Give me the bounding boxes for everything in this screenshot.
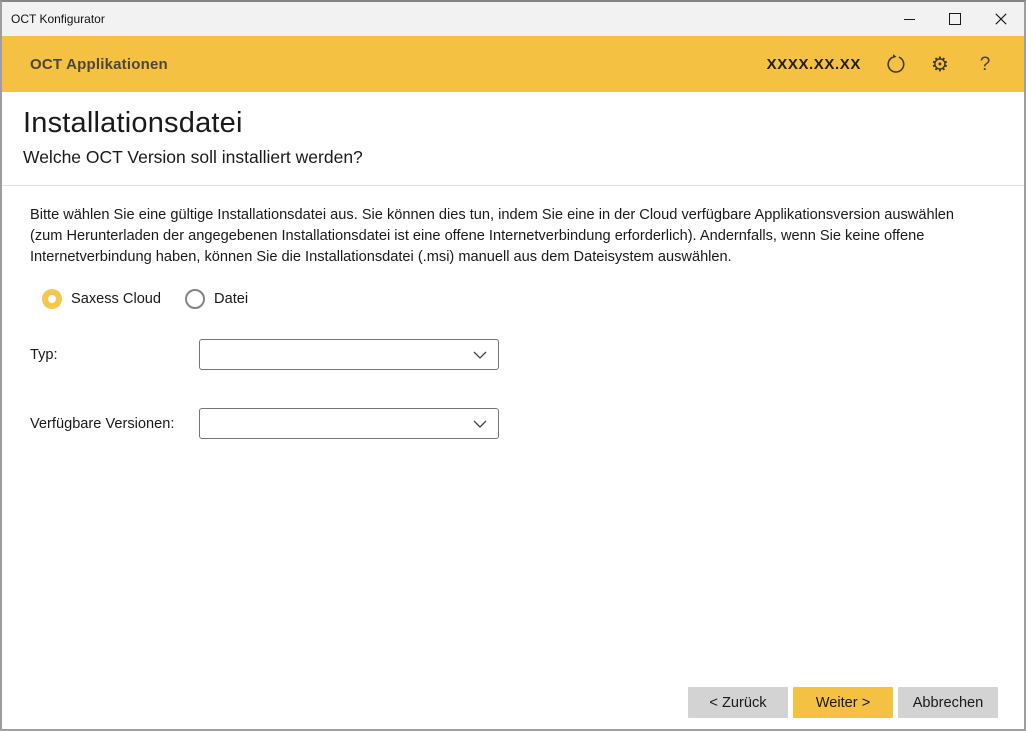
back-button[interactable]: < Zurück (688, 687, 788, 718)
chevron-down-icon (473, 351, 487, 359)
maximize-icon (949, 13, 961, 25)
next-button[interactable]: Weiter > (793, 687, 893, 718)
cancel-button[interactable]: Abbrechen (898, 687, 998, 718)
minimize-icon (904, 14, 915, 25)
radio-label: Datei (214, 291, 248, 307)
app-window: OCT Konfigurator OCT Applikationen X (0, 0, 1026, 731)
versions-label: Verfügbare Versionen: (30, 416, 199, 432)
typ-label: Typ: (30, 347, 199, 363)
page-subtitle: Welche OCT Version soll installiert werd… (23, 147, 1024, 168)
chevron-down-icon (473, 420, 487, 428)
app-header: OCT Applikationen XXXX.XX.XX ⚙ ? (2, 36, 1024, 92)
radio-saxess-cloud[interactable]: Saxess Cloud (42, 289, 161, 309)
description-text: Bitte wählen Sie eine gültige Installati… (30, 205, 976, 268)
page-header: Installationsdatei Welche OCT Version so… (2, 92, 1024, 186)
radio-selected-icon (42, 289, 62, 309)
source-radio-group: Saxess Cloud Datei (42, 289, 248, 309)
versions-field-row: Verfügbare Versionen: (30, 408, 499, 439)
minimize-button[interactable] (886, 2, 932, 36)
window-title: OCT Konfigurator (2, 12, 105, 26)
version-label: XXXX.XX.XX (767, 56, 861, 73)
close-button[interactable] (978, 2, 1024, 36)
app-header-right: XXXX.XX.XX ⚙ ? (767, 53, 996, 75)
typ-dropdown[interactable] (199, 339, 499, 370)
titlebar: OCT Konfigurator (2, 2, 1024, 36)
radio-datei[interactable]: Datei (185, 289, 248, 309)
wizard-footer: < Zurück Weiter > Abbrechen (688, 687, 998, 718)
refresh-icon[interactable] (884, 53, 906, 75)
versions-dropdown[interactable] (199, 408, 499, 439)
radio-label: Saxess Cloud (71, 291, 161, 307)
gear-icon[interactable]: ⚙ (929, 53, 951, 75)
page-title: Installationsdatei (23, 107, 1024, 140)
radio-unselected-icon (185, 289, 205, 309)
app-title: OCT Applikationen (30, 56, 168, 73)
typ-field-row: Typ: (30, 339, 499, 370)
help-icon[interactable]: ? (974, 53, 996, 75)
close-icon (995, 13, 1007, 25)
window-controls (886, 2, 1024, 36)
maximize-button[interactable] (932, 2, 978, 36)
